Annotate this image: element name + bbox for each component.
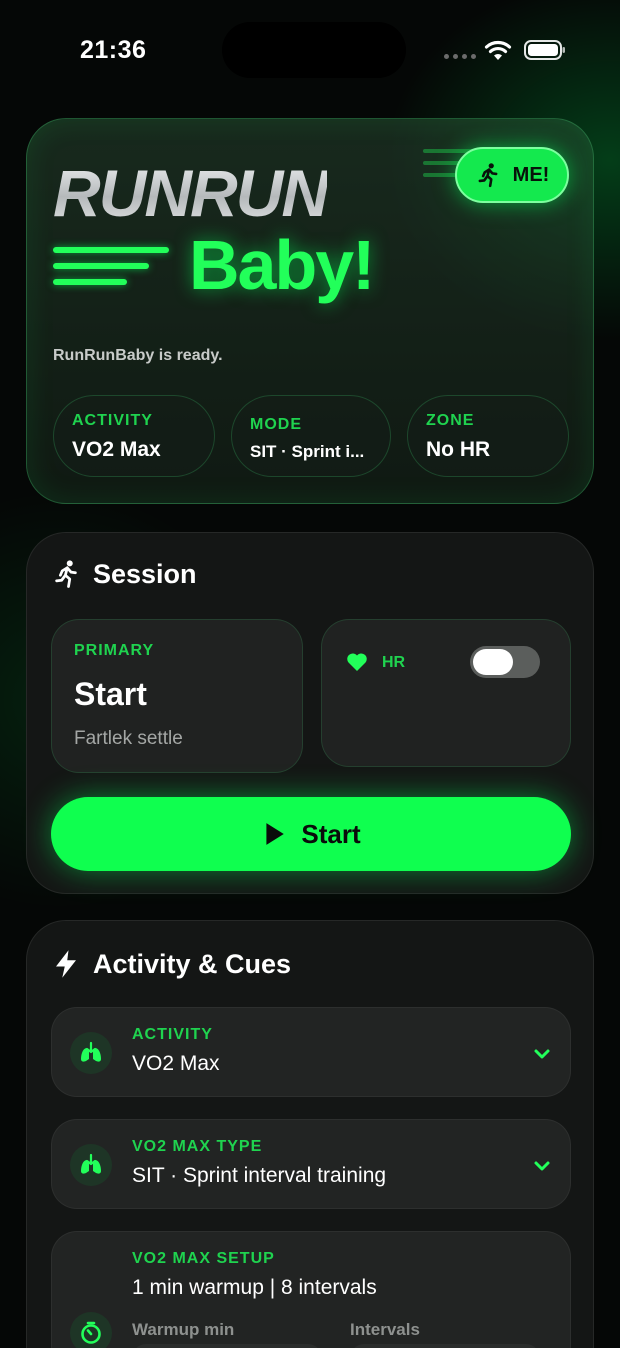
chip-label: ZONE [426, 412, 475, 429]
row-label: ACTIVITY [132, 1026, 213, 1043]
wifi-icon [484, 40, 512, 60]
toggle-knob [473, 649, 513, 675]
timer-icon [70, 1312, 112, 1348]
chevron-down-icon [534, 1049, 550, 1059]
lightning-icon [56, 950, 76, 978]
chip-activity[interactable]: ACTIVITY VO2 Max [53, 395, 215, 477]
intervals-field-label: Intervals [350, 1320, 420, 1339]
speed-lines-icon [53, 247, 173, 291]
activity-select-row[interactable]: ACTIVITY VO2 Max [51, 1007, 571, 1097]
chip-value: No HR [426, 438, 491, 461]
hero-card: RUNRUN Baby! ME! RunRunBaby is ready. AC… [26, 118, 594, 504]
me-button-label: ME! [512, 163, 550, 186]
summary-chips: ACTIVITY VO2 Max MODE SIT · Sprint i... … [53, 395, 569, 477]
row-label: VO2 MAX TYPE [132, 1138, 263, 1155]
row-value: VO2 Max [132, 1052, 220, 1075]
start-button-label: Start [301, 818, 361, 849]
session-title: Session [93, 559, 197, 589]
battery-icon [524, 40, 565, 60]
activity-cues-card: Activity & Cues ACTIVITY VO2 Max VO2 MAX… [26, 920, 594, 1348]
chip-label: ACTIVITY [72, 412, 153, 429]
heart-icon [347, 653, 367, 671]
primary-tile[interactable]: PRIMARY Start Fartlek settle [51, 619, 303, 773]
chip-value: VO2 Max [72, 438, 161, 461]
intervals-stepper[interactable] [350, 1344, 540, 1348]
chip-value: SIT · Sprint i... [250, 442, 365, 461]
chip-mode[interactable]: MODE SIT · Sprint i... [231, 395, 391, 477]
brand-title: RUNRUN [53, 156, 329, 230]
cellular-signal-icon [444, 54, 476, 59]
vo2-type-select-row[interactable]: VO2 MAX TYPE SIT · Sprint interval train… [51, 1119, 571, 1209]
setup-value: 1 min warmup | 8 intervals [132, 1276, 377, 1299]
hr-toggle[interactable] [470, 646, 540, 678]
warmup-stepper[interactable] [132, 1344, 322, 1348]
ready-status-text: RunRunBaby is ready. [53, 347, 223, 364]
hr-label: HR [382, 654, 406, 671]
row-value: SIT · Sprint interval training [132, 1164, 387, 1187]
brand-subtitle: Baby! [189, 226, 375, 304]
runner-icon [55, 560, 77, 588]
chip-zone[interactable]: ZONE No HR [407, 395, 569, 477]
session-card: Session PRIMARY Start Fartlek settle HR … [26, 532, 594, 894]
setup-label: VO2 MAX SETUP [132, 1250, 275, 1267]
runner-icon [478, 163, 498, 188]
primary-subtext: Fartlek settle [74, 728, 183, 749]
primary-label: PRIMARY [74, 642, 155, 659]
chip-label: MODE [250, 416, 302, 433]
status-bar: 21:36 [0, 0, 620, 100]
primary-value: Start [74, 676, 147, 712]
start-button[interactable]: Start [51, 797, 571, 871]
lungs-icon [70, 1032, 112, 1074]
activity-cues-title: Activity & Cues [93, 949, 292, 979]
me-button[interactable]: ME! [455, 147, 569, 203]
vo2-setup-row: VO2 MAX SETUP 1 min warmup | 8 intervals… [51, 1231, 571, 1348]
status-time: 21:36 [80, 36, 147, 64]
warmup-field-label: Warmup min [132, 1320, 235, 1339]
dynamic-island [222, 22, 406, 78]
chevron-down-icon [534, 1161, 550, 1171]
hr-tile: HR [321, 619, 571, 767]
lungs-icon [70, 1144, 112, 1186]
play-icon [266, 823, 285, 845]
